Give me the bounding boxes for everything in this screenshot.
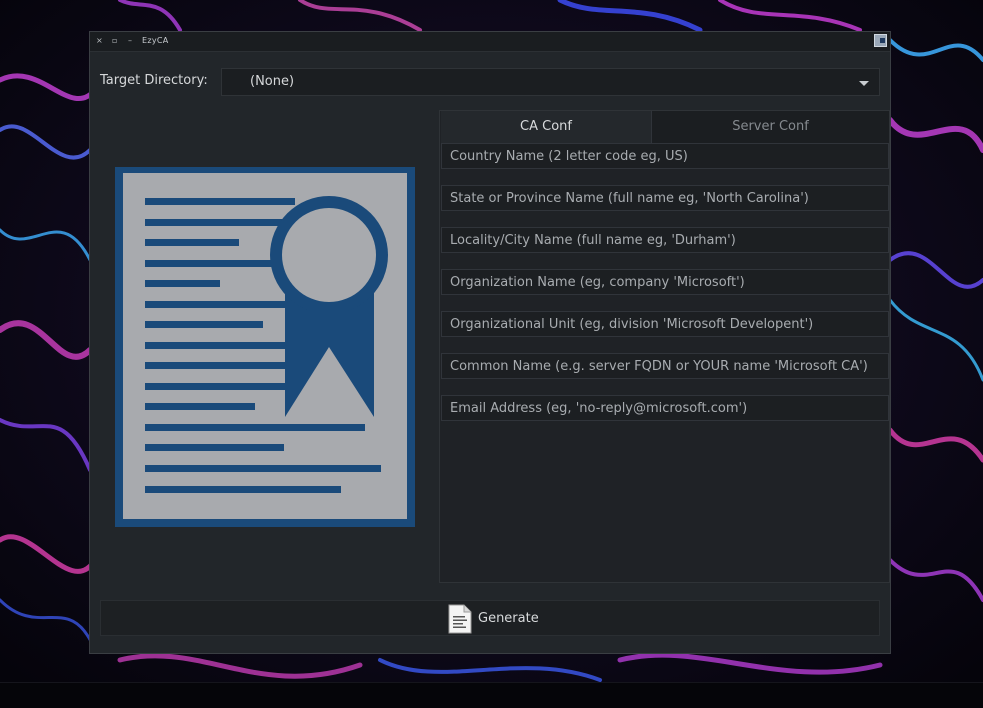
app-window: × ▫ – EzyCA Target Directory: (None) CA … xyxy=(89,31,891,654)
generate-button[interactable]: Generate xyxy=(100,600,880,636)
window-menu-icon[interactable] xyxy=(874,34,887,47)
email-address-input[interactable] xyxy=(441,395,889,421)
state-province-input[interactable] xyxy=(441,185,889,211)
certificate-icon xyxy=(115,167,415,527)
common-name-input[interactable] xyxy=(441,353,889,379)
minimize-button[interactable]: – xyxy=(128,35,132,47)
close-button[interactable]: × xyxy=(96,35,103,47)
target-directory-select[interactable]: (None) xyxy=(221,68,880,96)
locality-city-input[interactable] xyxy=(441,227,889,253)
tab-server-conf[interactable]: Server Conf xyxy=(652,111,889,143)
document-icon xyxy=(448,604,472,634)
maximize-button[interactable]: ▫ xyxy=(112,35,117,47)
window-title: EzyCA xyxy=(142,36,169,45)
organization-name-input[interactable] xyxy=(441,269,889,295)
generate-button-label: Generate xyxy=(478,611,539,626)
title-bar: × ▫ – EzyCA xyxy=(90,32,890,52)
taskbar xyxy=(0,682,983,708)
target-directory-label: Target Directory: xyxy=(100,73,208,88)
target-directory-value: (None) xyxy=(250,74,295,89)
country-name-input[interactable] xyxy=(441,143,889,169)
chevron-down-icon xyxy=(859,81,869,86)
tab-ca-conf[interactable]: CA Conf xyxy=(441,111,652,143)
organizational-unit-input[interactable] xyxy=(441,311,889,337)
conf-tab-panel: CA Conf Server Conf xyxy=(439,110,890,583)
